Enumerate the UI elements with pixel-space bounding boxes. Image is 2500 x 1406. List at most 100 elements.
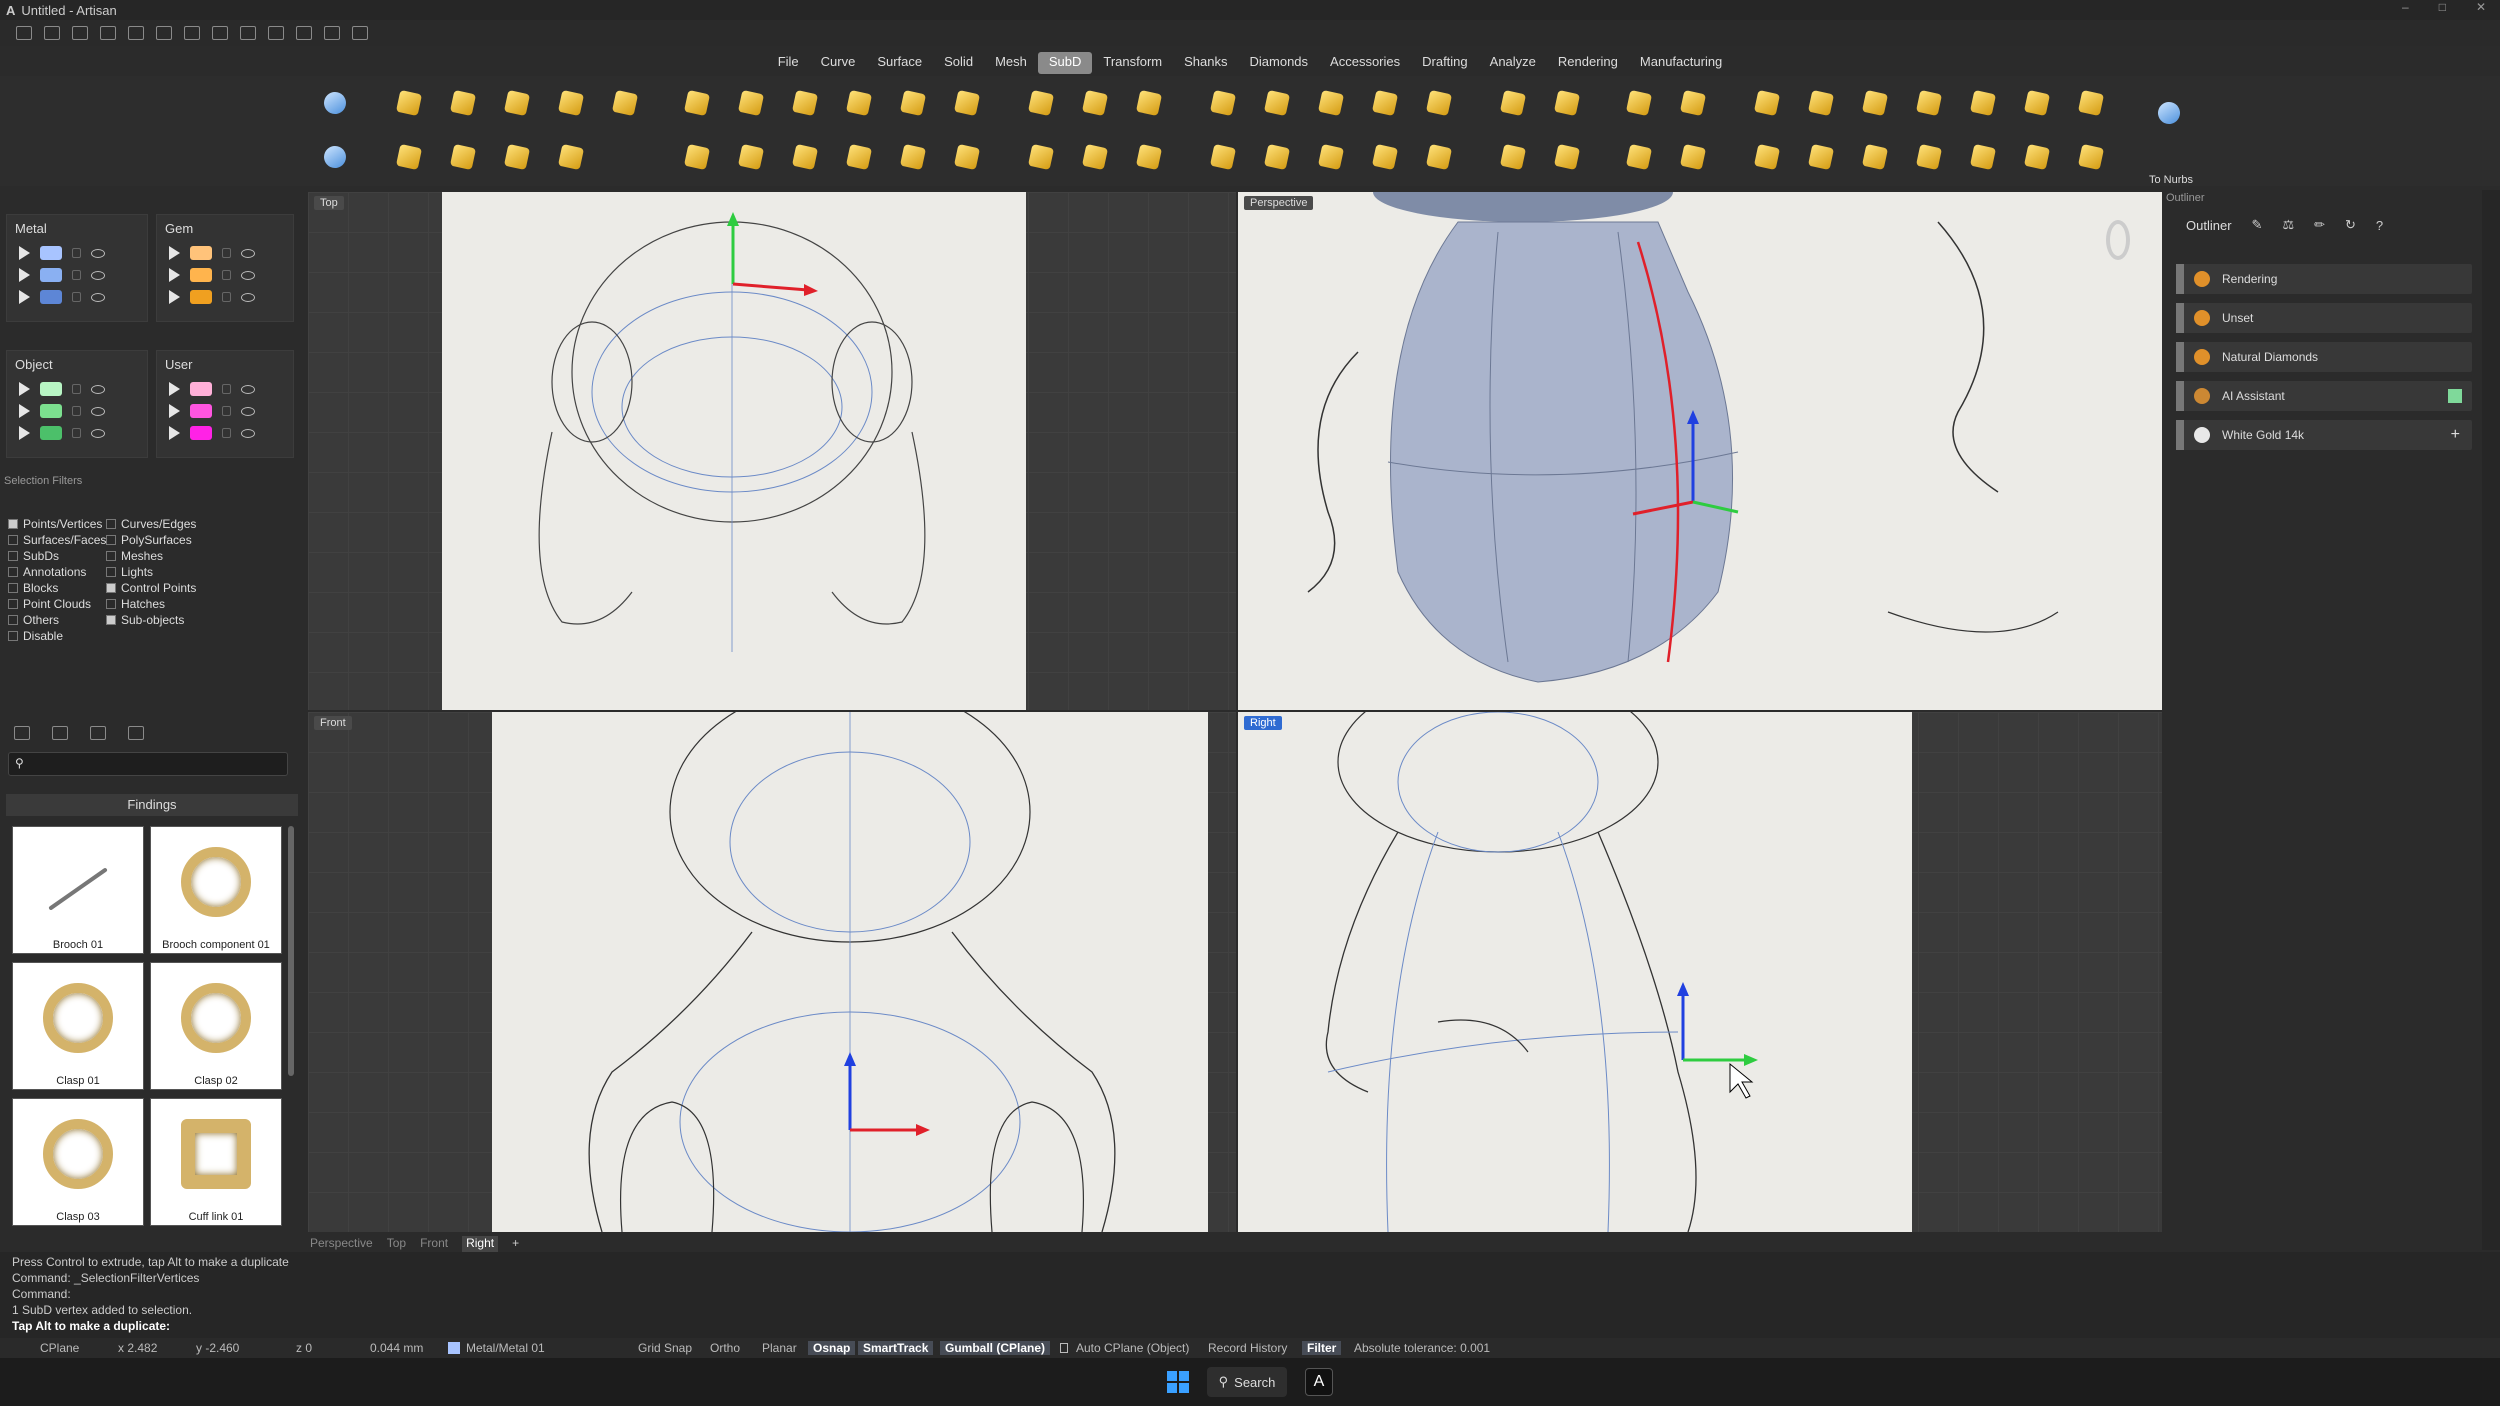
subd-pull-icon[interactable] <box>1750 140 1784 174</box>
play-icon[interactable] <box>169 290 180 304</box>
add-icon[interactable]: + <box>2451 426 2460 444</box>
outliner-row-white-gold[interactable]: White Gold 14k + <box>2176 420 2472 450</box>
subd-stack-icon[interactable] <box>1422 140 1456 174</box>
subd-bevel-icon[interactable] <box>896 140 930 174</box>
filter-lights[interactable]: Lights <box>106 564 246 580</box>
layer-color-swatch[interactable] <box>190 290 212 304</box>
minimize-icon[interactable]: – <box>2402 0 2409 14</box>
subd-funnel-icon[interactable] <box>1804 140 1838 174</box>
subd-plane-cut-icon[interactable] <box>1676 86 1710 120</box>
eye-icon[interactable] <box>91 406 105 416</box>
layer-color-swatch[interactable] <box>40 268 62 282</box>
play-icon[interactable] <box>169 426 180 440</box>
rotate-icon[interactable] <box>352 26 368 40</box>
subd-bridge-icon[interactable] <box>734 140 768 174</box>
subd-face-icon[interactable] <box>1314 86 1348 120</box>
checkbox-icon[interactable] <box>106 583 116 593</box>
subd-deform-icon[interactable] <box>1966 86 2000 120</box>
layer-color-swatch[interactable] <box>40 382 62 396</box>
subd-box-icon[interactable] <box>500 86 534 120</box>
status-layer[interactable]: Metal/Metal 01 <box>466 1341 545 1355</box>
eye-icon[interactable] <box>91 248 105 258</box>
subd-tool-icon[interactable] <box>318 86 352 120</box>
menu-mesh[interactable]: Mesh <box>984 52 1038 74</box>
menu-diamonds[interactable]: Diamonds <box>1239 52 1320 74</box>
planar-toggle[interactable]: Planar <box>762 1341 797 1355</box>
record-history-toggle[interactable]: Record History <box>1208 1341 1287 1355</box>
undo-icon[interactable] <box>128 26 144 40</box>
library-item[interactable]: Cuff link 01 <box>150 1098 282 1226</box>
eye-icon[interactable] <box>241 292 255 302</box>
command-prompt[interactable]: Tap Alt to make a duplicate: <box>12 1318 2488 1334</box>
checkbox-icon[interactable] <box>8 631 18 641</box>
subd-align-icon[interactable] <box>1368 140 1402 174</box>
checkbox-icon[interactable] <box>8 583 18 593</box>
play-icon[interactable] <box>169 268 180 282</box>
subd-hex4-icon[interactable] <box>1912 86 1946 120</box>
layer-row[interactable] <box>157 264 293 286</box>
redo-icon[interactable] <box>156 26 172 40</box>
menu-transform[interactable]: Transform <box>1092 52 1173 74</box>
subd-torus-icon[interactable] <box>554 140 588 174</box>
move-icon[interactable] <box>324 26 340 40</box>
outliner-row-ai-assistant[interactable]: AI Assistant <box>2176 381 2472 411</box>
layer-color-swatch[interactable] <box>40 404 62 418</box>
grid-view-icon[interactable] <box>128 726 144 740</box>
subd-weld-icon[interactable] <box>1260 140 1294 174</box>
subd-elbow-icon[interactable] <box>1622 86 1656 120</box>
layer-row[interactable] <box>157 286 293 308</box>
lock-icon[interactable] <box>222 270 231 280</box>
menu-drafting[interactable]: Drafting <box>1411 52 1479 74</box>
layer-color-swatch[interactable] <box>190 382 212 396</box>
balance-icon[interactable]: ⚖ <box>2282 217 2294 233</box>
add-folder-icon[interactable] <box>52 726 68 740</box>
layer-color-swatch[interactable] <box>190 246 212 260</box>
lock-icon[interactable] <box>222 406 231 416</box>
subd-sweep-icon[interactable] <box>734 86 768 120</box>
filter-disable[interactable]: Disable <box>8 628 148 644</box>
layer-color-swatch[interactable] <box>190 404 212 418</box>
subd-plane-icon[interactable] <box>446 86 480 120</box>
play-icon[interactable] <box>19 382 30 396</box>
eye-icon[interactable] <box>241 406 255 416</box>
play-icon[interactable] <box>169 382 180 396</box>
checkbox-icon[interactable] <box>8 599 18 609</box>
subd-wave-icon[interactable] <box>1422 86 1456 120</box>
menu-accessories[interactable]: Accessories <box>1319 52 1411 74</box>
subd-revolve-icon[interactable] <box>950 86 984 120</box>
checkbox-icon[interactable] <box>106 615 116 625</box>
subd-insert-edge-icon[interactable] <box>1024 86 1058 120</box>
checkbox-icon[interactable] <box>106 551 116 561</box>
refresh-icon[interactable]: ↻ <box>2345 217 2356 233</box>
subd-slide-icon[interactable] <box>1078 86 1112 120</box>
library-item[interactable]: Clasp 01 <box>12 962 144 1090</box>
subd-merge-icon[interactable] <box>1132 86 1166 120</box>
subd-hex1-icon[interactable] <box>1750 86 1784 120</box>
subd-ellipsoid-icon[interactable] <box>608 86 642 120</box>
checkbox-icon[interactable] <box>106 599 116 609</box>
layer-row[interactable] <box>7 286 147 308</box>
subd-hex3-icon[interactable] <box>1858 86 1892 120</box>
smarttrack-toggle[interactable]: SmartTrack <box>858 1341 934 1355</box>
viewport-label-right[interactable]: Right <box>1244 716 1282 730</box>
open-recent-icon[interactable] <box>100 26 116 40</box>
checkbox-icon[interactable] <box>106 519 116 529</box>
new-file-icon[interactable] <box>16 26 32 40</box>
lock-icon[interactable] <box>72 270 81 280</box>
save-as-icon[interactable] <box>212 26 228 40</box>
maximize-icon[interactable]: □ <box>2439 0 2446 14</box>
subd-sphere-icon[interactable] <box>554 86 588 120</box>
pen-icon[interactable]: ✎ <box>2252 217 2263 233</box>
outliner-row-natural-diamonds[interactable]: Natural Diamonds <box>2176 342 2472 372</box>
menu-subd[interactable]: SubD <box>1037 52 1093 74</box>
library-item[interactable]: Clasp 02 <box>150 962 282 1090</box>
menu-curve[interactable]: Curve <box>810 52 867 74</box>
to-nurbs-button[interactable]: To Nurbs <box>2148 174 2194 186</box>
library-item[interactable]: Brooch 01 <box>12 826 144 954</box>
viewport-label-front[interactable]: Front <box>314 716 352 730</box>
subd-offset-icon[interactable] <box>1496 86 1530 120</box>
subd-vertex-icon[interactable] <box>1368 86 1402 120</box>
library-scrollbar[interactable] <box>288 826 294 1076</box>
subd-brush-icon[interactable] <box>1966 140 2000 174</box>
viewport-right[interactable]: Right <box>1238 712 2166 1232</box>
